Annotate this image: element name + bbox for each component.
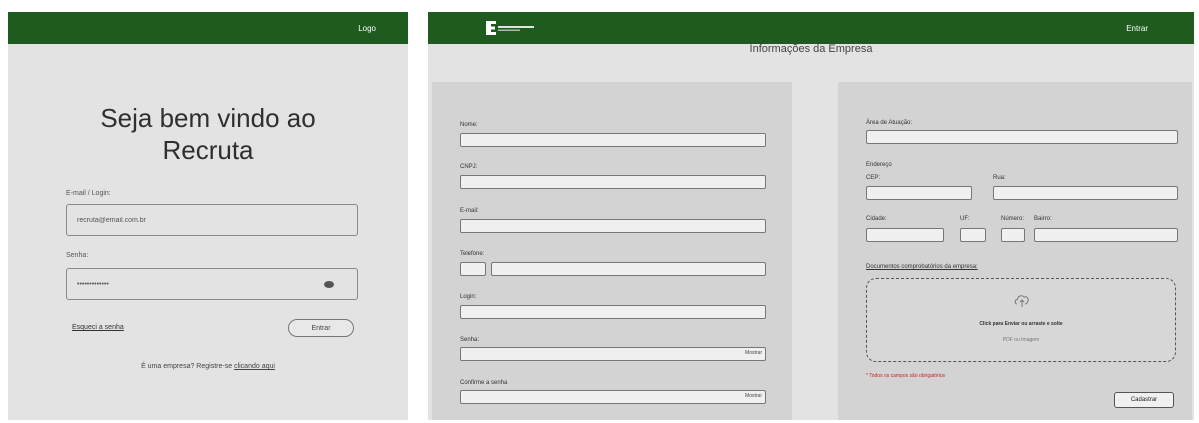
password-label: Senha: — [66, 252, 89, 259]
area-label: Área de Atuação: — [866, 120, 913, 126]
register-link[interactable]: clicando aqui — [234, 363, 275, 370]
company-screen: Entrar Informações da Empresa Nome: CNPJ… — [428, 12, 1194, 420]
documents-label: Documentos comprobatórios da empresa: — [866, 264, 978, 270]
upload-file-types: PDF ou Imagem — [1002, 337, 1040, 343]
register-text: É uma empresa? Registre-se — [141, 363, 233, 370]
login-button[interactable]: Entrar — [288, 319, 354, 337]
login-label: Login: — [460, 294, 477, 300]
register-line: É uma empresa? Registre-se clicando aqui — [8, 363, 408, 370]
district-label: Bairro: — [1034, 216, 1052, 222]
password-input[interactable] — [66, 268, 358, 300]
area-input[interactable] — [866, 130, 1178, 144]
email-input[interactable] — [66, 204, 358, 236]
enter-link[interactable]: Entrar — [1126, 24, 1148, 33]
upload-cloud-icon — [1014, 295, 1029, 307]
submit-button[interactable]: Cadastrar — [1114, 392, 1174, 408]
cnpj-input[interactable] — [460, 175, 766, 189]
email-input[interactable] — [460, 219, 766, 233]
uf-input[interactable] — [960, 228, 986, 242]
welcome-line-2: Recruta — [162, 135, 254, 165]
login-topbar: Logo — [8, 12, 408, 44]
district-input[interactable] — [1034, 228, 1178, 242]
eye-icon[interactable] — [324, 281, 334, 288]
email-label: E-mail / Login: — [66, 190, 111, 197]
confirm-password-input[interactable]: Mostrar — [460, 390, 766, 404]
company-address-panel: Área de Atuação: Endereço CEP: Rua: Cida… — [838, 82, 1192, 420]
show-password-toggle[interactable]: Mostrar — [745, 350, 762, 356]
name-label: Nome: — [460, 122, 478, 128]
phone-label: Telefone: — [460, 251, 485, 257]
logo-link[interactable]: Logo — [358, 24, 376, 33]
company-contact-panel: Nome: CNPJ: E-mail: Telefone: Login: Sen… — [432, 82, 792, 420]
confirm-password-label: Confirme a senha — [460, 380, 508, 386]
required-fields-note: * Todos os campos são obrigatórios — [866, 373, 946, 379]
page-title: Informações da Empresa — [749, 43, 873, 55]
email-label: E-mail: — [460, 208, 479, 214]
forgot-password-link[interactable]: Esqueci a senha — [72, 324, 124, 331]
cnpj-label: CNPJ: — [460, 164, 478, 170]
city-input[interactable] — [866, 228, 944, 242]
city-label: Cidade: — [866, 216, 887, 222]
password-input[interactable]: Mostrar — [460, 347, 766, 361]
street-label: Rua: — [993, 175, 1006, 181]
document-upload-dropzone[interactable]: Click para Enviar ou arraste e solte PDF… — [866, 278, 1176, 362]
upload-instruction: Click para Enviar ou arraste e solte — [979, 321, 1063, 327]
login-screen: Logo Seja bem vindo ao Recruta E-mail / … — [8, 12, 408, 420]
login-input[interactable] — [460, 305, 766, 319]
welcome-line-1: Seja bem vindo ao — [100, 103, 316, 133]
company-topbar: Entrar — [428, 12, 1194, 44]
cep-label: CEP: — [866, 175, 881, 181]
phone-number-input[interactable] — [491, 262, 766, 276]
welcome-heading: Seja bem vindo ao Recruta — [8, 102, 408, 166]
password-label: Senha: — [460, 337, 480, 343]
number-input[interactable] — [1001, 228, 1025, 242]
uf-label: UF: — [960, 216, 970, 222]
show-confirm-password-toggle[interactable]: Mostrar — [745, 393, 762, 399]
name-input[interactable] — [460, 133, 766, 147]
phone-ddd-input[interactable] — [460, 262, 486, 276]
address-label: Endereço — [866, 162, 892, 168]
institution-logo-icon[interactable] — [486, 20, 546, 36]
street-input[interactable] — [993, 186, 1178, 200]
cep-input[interactable] — [866, 186, 972, 200]
number-label: Número: — [1001, 216, 1025, 222]
